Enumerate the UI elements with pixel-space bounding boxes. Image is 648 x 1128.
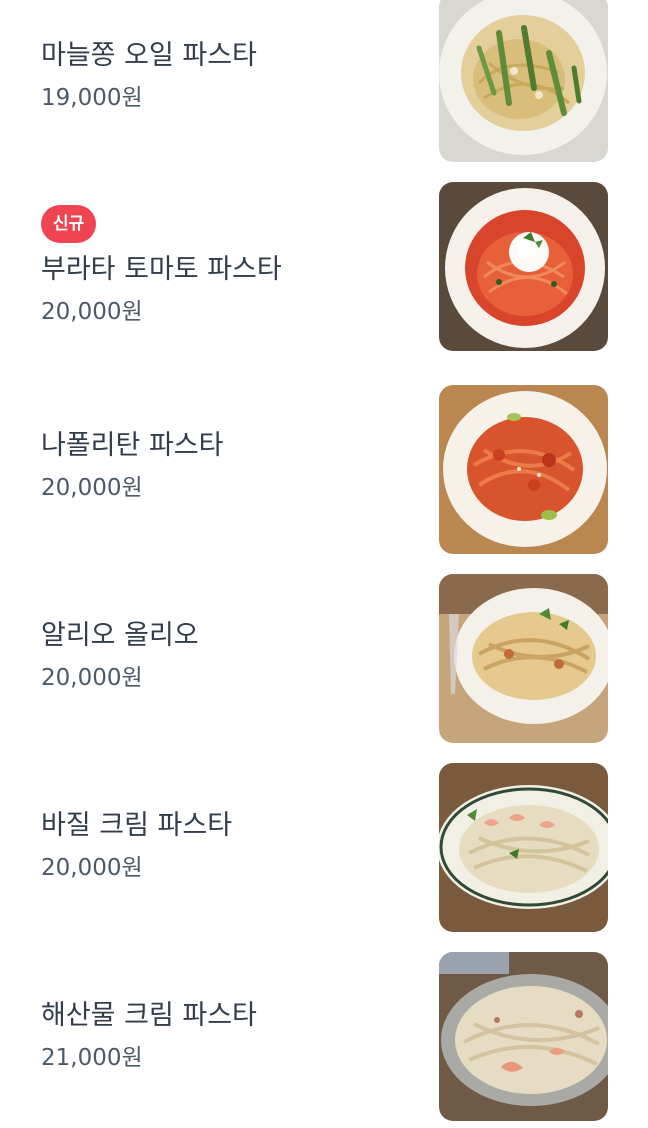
new-badge: 신규 (41, 205, 97, 243)
menu-item-photo[interactable] (439, 574, 608, 743)
menu-item-aglio-olio[interactable]: 알리오 올리오 20,000원 (0, 570, 648, 750)
menu-item-text: 바질 크림 파스타 20,000원 (41, 808, 411, 884)
menu-item-garlic-scape-oil-pasta[interactable]: 마늘쫑 오일 파스타 19,000원 (0, 0, 648, 180)
menu-item-name: 마늘쫑 오일 파스타 (41, 40, 257, 71)
burrata-tomato-pasta-photo (439, 182, 608, 351)
menu-item-name: 바질 크림 파스타 (41, 810, 233, 841)
basil-cream-pasta-photo (439, 763, 608, 932)
menu-item-burrata-tomato-pasta[interactable]: 신규 부라타 토마토 파스타 20,000원 (0, 180, 648, 360)
menu-item-price: 21,000원 (41, 1045, 143, 1071)
menu-item-price: 19,000원 (41, 85, 143, 111)
menu-item-name: 해산물 크림 파스타 (41, 1000, 257, 1031)
menu-item-text: 나폴리탄 파스타 20,000원 (41, 428, 411, 504)
menu-item-price: 20,000원 (41, 299, 143, 325)
menu-item-text: 알리오 올리오 20,000원 (41, 618, 411, 694)
menu-item-price: 20,000원 (41, 475, 143, 501)
menu-item-photo[interactable] (439, 952, 608, 1121)
aglio-olio-photo (439, 574, 608, 743)
menu-item-text: 신규 부라타 토마토 파스타 20,000원 (41, 205, 411, 328)
seafood-cream-pasta-photo (439, 952, 608, 1121)
menu-item-text: 해산물 크림 파스타 21,000원 (41, 998, 411, 1074)
menu-item-name: 알리오 올리오 (41, 620, 199, 651)
menu-item-basil-cream-pasta[interactable]: 바질 크림 파스타 20,000원 (0, 758, 648, 938)
menu-list: 마늘쫑 오일 파스타 19,000원 신규 부라타 토마토 파스타 20,000… (0, 0, 648, 1121)
menu-item-price: 20,000원 (41, 665, 143, 691)
menu-item-name: 부라타 토마토 파스타 (41, 254, 282, 285)
napolitan-pasta-photo (439, 385, 608, 554)
garlic-oil-pasta-photo (439, 0, 608, 162)
menu-item-photo[interactable] (439, 385, 608, 554)
menu-item-napolitan-pasta[interactable]: 나폴리탄 파스타 20,000원 (0, 380, 648, 560)
menu-item-text: 마늘쫑 오일 파스타 19,000원 (41, 38, 411, 114)
menu-item-photo[interactable] (439, 763, 608, 932)
menu-item-photo[interactable] (439, 0, 608, 162)
menu-item-photo[interactable] (439, 182, 608, 351)
menu-item-seafood-cream-pasta[interactable]: 해산물 크림 파스타 21,000원 (0, 948, 648, 1128)
menu-item-price: 20,000원 (41, 855, 143, 881)
menu-item-name: 나폴리탄 파스타 (41, 430, 224, 461)
